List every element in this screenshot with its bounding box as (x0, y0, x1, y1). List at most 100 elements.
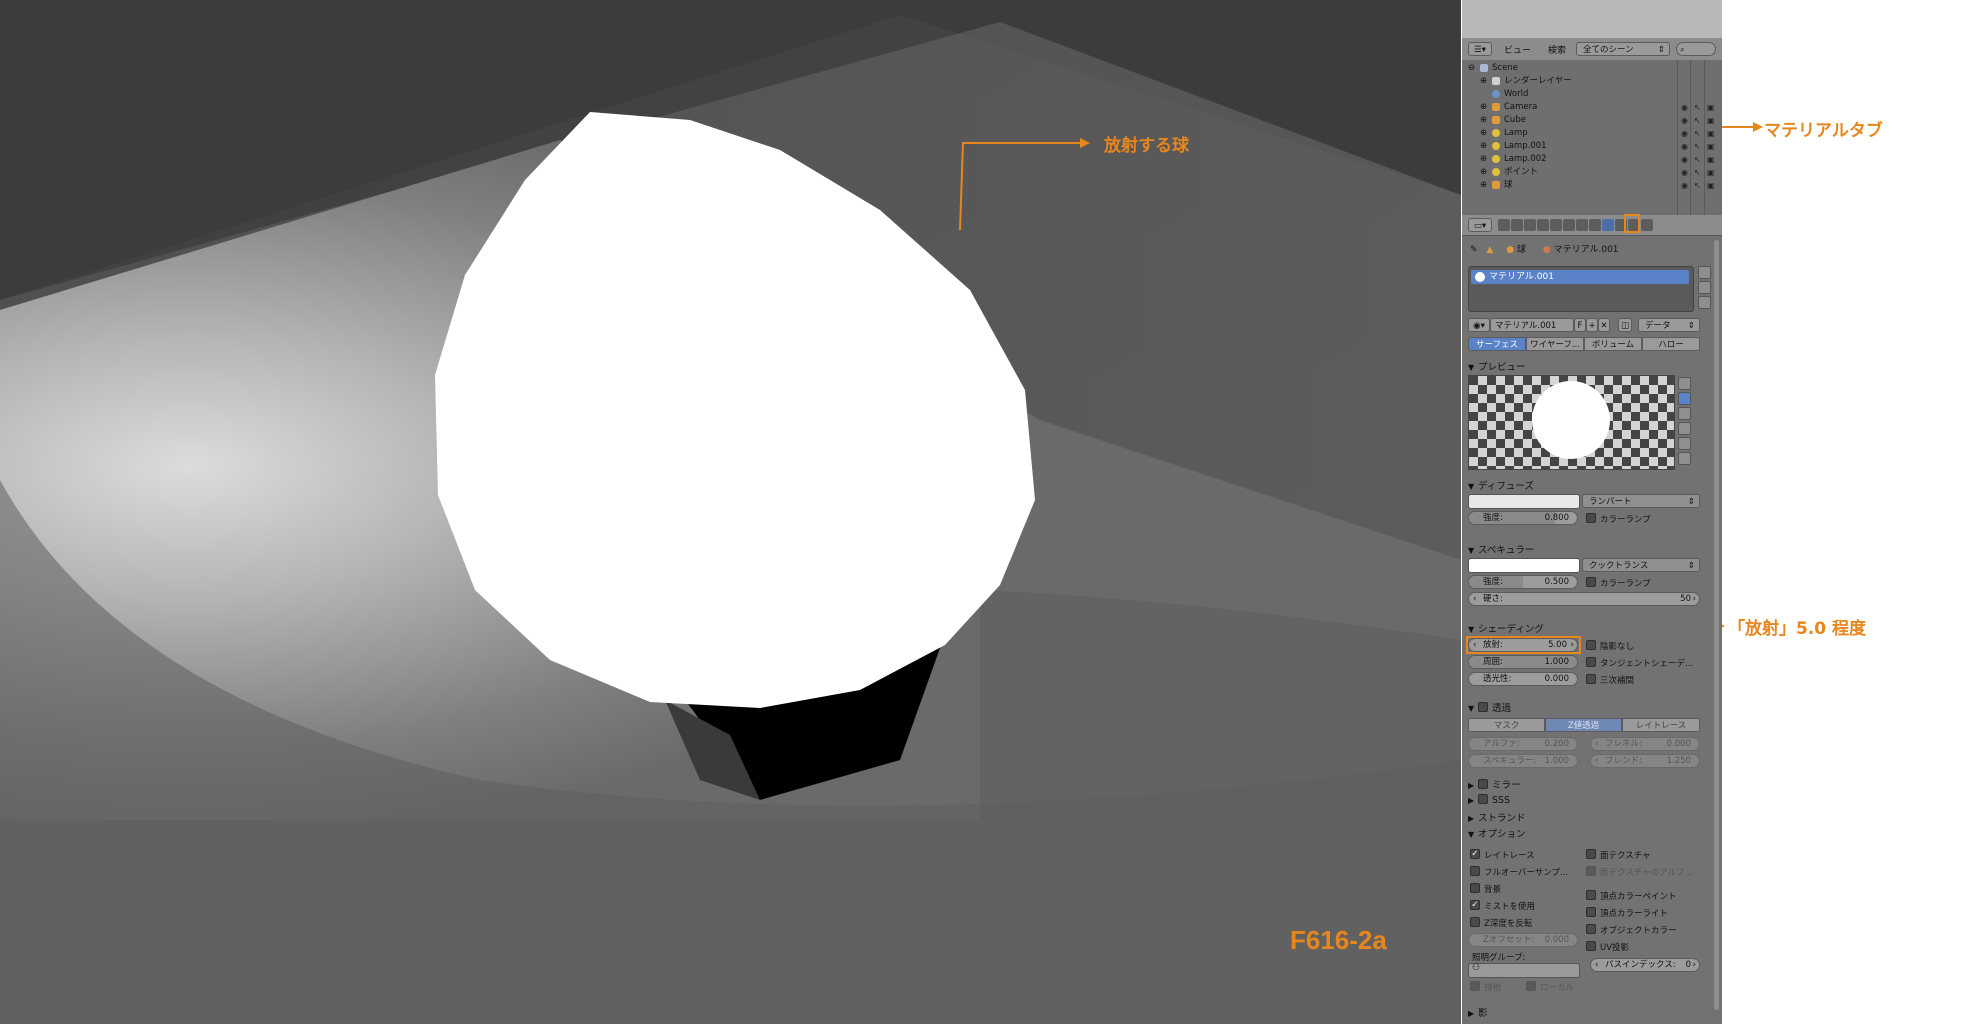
cursor-icon[interactable]: ↖ (1694, 167, 1701, 179)
outliner-item-lamp-002[interactable]: ⊕ Lamp.002 ◉ ↖ ▣ (1462, 153, 1715, 166)
preview-cube-button[interactable] (1678, 407, 1691, 420)
eye-icon[interactable]: ◉ (1681, 128, 1688, 140)
eye-icon[interactable]: ◉ (1681, 154, 1688, 166)
render-icon[interactable]: ▣ (1707, 167, 1715, 179)
cursor-icon[interactable]: ↖ (1694, 154, 1701, 166)
preview-monkey-button[interactable] (1678, 422, 1691, 435)
link-select[interactable]: データ ⇕ (1638, 318, 1700, 332)
z-offset-field[interactable]: Zオフセット: 0.000 (1468, 933, 1578, 947)
display-mode-select[interactable]: 全てのシーン ⇕ (1576, 42, 1670, 56)
cursor-icon[interactable]: ↖ (1694, 115, 1701, 127)
world-tab-icon[interactable] (1537, 219, 1549, 231)
tab-volume[interactable]: ボリューム (1584, 337, 1642, 351)
sss-panel-header[interactable]: ▶ SSS (1468, 793, 1510, 806)
render-icon[interactable]: ▣ (1707, 180, 1715, 192)
render-layers-tab-icon[interactable] (1511, 219, 1523, 231)
vertex-color-paint-checkbox[interactable] (1586, 890, 1596, 900)
properties-scrollbar[interactable] (1714, 240, 1719, 1010)
eye-icon[interactable]: ◉ (1681, 141, 1688, 153)
mask-mode-button[interactable]: マスク (1468, 718, 1545, 732)
outliner-item-camera[interactable]: ⊕ Camera ◉ ↖ ▣ (1462, 101, 1715, 114)
material-tab-icon[interactable] (1602, 219, 1614, 231)
eye-icon[interactable]: ◉ (1681, 102, 1688, 114)
properties-editor-type[interactable]: ▭▾ (1468, 218, 1492, 232)
render-icon[interactable]: ▣ (1707, 141, 1715, 153)
diffuse-intensity-field[interactable]: 強度: 0.800 (1468, 511, 1578, 525)
cubic-interpolation-checkbox[interactable] (1586, 674, 1596, 684)
uv-project-checkbox[interactable] (1586, 941, 1596, 951)
tangent-shading-checkbox[interactable] (1586, 657, 1596, 667)
diffuse-ramp-checkbox[interactable] (1586, 513, 1596, 523)
pin-icon[interactable]: ✎ (1470, 245, 1478, 255)
raytrace-checkbox[interactable]: ✓ (1470, 849, 1480, 859)
vertex-color-light-checkbox[interactable] (1586, 907, 1596, 917)
unlink-material-button[interactable]: ✕ (1598, 318, 1610, 332)
outliner-item-lamp[interactable]: ⊕ Lamp ◉ ↖ ▣ (1462, 127, 1715, 140)
outliner-view-menu[interactable]: ビュー (1504, 43, 1531, 56)
outliner-item-sphere[interactable]: ⊕ 球 ◉ ↖ ▣ (1462, 179, 1715, 192)
strand-panel-header[interactable]: ▶ ストランド (1468, 810, 1526, 824)
face-textures-alpha-checkbox[interactable] (1586, 866, 1596, 876)
cursor-icon[interactable]: ↖ (1694, 180, 1701, 192)
diffuse-color-swatch[interactable] (1468, 494, 1580, 509)
specular-ramp-checkbox[interactable] (1586, 577, 1596, 587)
raytrace-mode-button[interactable]: レイトレース (1622, 718, 1700, 732)
eye-icon[interactable]: ◉ (1681, 180, 1688, 192)
local-checkbox[interactable] (1526, 981, 1536, 991)
material-browse-button[interactable]: ◉▾ (1468, 318, 1490, 332)
tab-halo[interactable]: ハロー (1642, 337, 1700, 351)
diffuse-panel-header[interactable]: ▼ ディフューズ (1468, 478, 1534, 492)
transparency-checkbox[interactable] (1478, 702, 1488, 712)
preview-hair-button[interactable] (1678, 437, 1691, 450)
object-tab-icon[interactable] (1550, 219, 1562, 231)
editor-type-button[interactable]: ☰▾ (1468, 42, 1492, 56)
fresnel-field[interactable]: ‹ フレネル: 0.000 (1590, 737, 1700, 751)
scene-tab-icon[interactable] (1524, 219, 1536, 231)
render-icon[interactable]: ▣ (1707, 128, 1715, 140)
specular-color-swatch[interactable] (1468, 558, 1580, 573)
transparency-panel-header[interactable]: ▼ 透過 (1468, 700, 1511, 714)
specular-alpha-field[interactable]: スペキュラー: 1.000 (1468, 754, 1578, 768)
cursor-icon[interactable]: ↖ (1694, 128, 1701, 140)
outliner-item-point[interactable]: ⊕ ポイント ◉ ↖ ▣ (1462, 166, 1715, 179)
new-material-button[interactable]: + (1586, 318, 1598, 332)
pass-index-field[interactable]: ‹ パスインデックス: 0 › (1590, 958, 1700, 972)
tab-wire[interactable]: ワイヤーフ... (1526, 337, 1584, 351)
z-transparency-mode-button[interactable]: Z値透過 (1545, 718, 1622, 732)
render-icon[interactable]: ▣ (1707, 115, 1715, 127)
cursor-icon[interactable]: ↖ (1694, 141, 1701, 153)
face-textures-checkbox[interactable] (1586, 849, 1596, 859)
preview-sky-button[interactable] (1678, 452, 1691, 465)
sss-checkbox[interactable] (1478, 794, 1488, 804)
fake-user-button[interactable]: F (1574, 318, 1586, 332)
outliner-item-world[interactable]: World (1462, 88, 1707, 100)
full-oversampling-checkbox[interactable] (1470, 866, 1480, 876)
object-color-checkbox[interactable] (1586, 924, 1596, 934)
outliner-item-lamp-001[interactable]: ⊕ Lamp.001 ◉ ↖ ▣ (1462, 140, 1715, 153)
alpha-field[interactable]: アルファ: 0.200 (1468, 737, 1578, 751)
use-mist-checkbox[interactable]: ✓ (1470, 900, 1480, 910)
constraints-tab-icon[interactable] (1563, 219, 1575, 231)
outliner-search-menu[interactable]: 検索 (1548, 43, 1566, 56)
invert-z-checkbox[interactable] (1470, 917, 1480, 927)
specular-intensity-field[interactable]: 強度: 0.500 (1468, 575, 1578, 589)
material-name-field[interactable]: マテリアル.001 (1490, 318, 1574, 332)
shadeless-checkbox[interactable] (1586, 640, 1596, 650)
ambient-field[interactable]: 周囲: 1.000 (1468, 655, 1578, 669)
render-icon[interactable]: ▣ (1707, 102, 1715, 114)
sky-checkbox[interactable] (1470, 883, 1480, 893)
mirror-panel-header[interactable]: ▶ ミラー (1468, 777, 1521, 791)
eye-icon[interactable]: ◉ (1681, 167, 1688, 179)
slot-menu-button[interactable] (1698, 296, 1711, 309)
material-slot-item[interactable]: マテリアル.001 (1471, 270, 1689, 284)
specular-hardness-field[interactable]: ‹ 硬さ: 50 › (1468, 592, 1700, 606)
data-tab-icon[interactable] (1589, 219, 1601, 231)
render-icon[interactable]: ▣ (1707, 154, 1715, 166)
modifiers-tab-icon[interactable] (1576, 219, 1588, 231)
tab-surface[interactable]: サーフェス (1468, 337, 1526, 351)
exclusive-checkbox[interactable] (1470, 981, 1480, 991)
preview-flat-button[interactable] (1678, 377, 1691, 390)
blend-field[interactable]: ‹ ブレンド: 1.250 (1590, 754, 1700, 768)
preview-sphere-button[interactable] (1678, 392, 1691, 405)
cursor-icon[interactable]: ↖ (1694, 102, 1701, 114)
